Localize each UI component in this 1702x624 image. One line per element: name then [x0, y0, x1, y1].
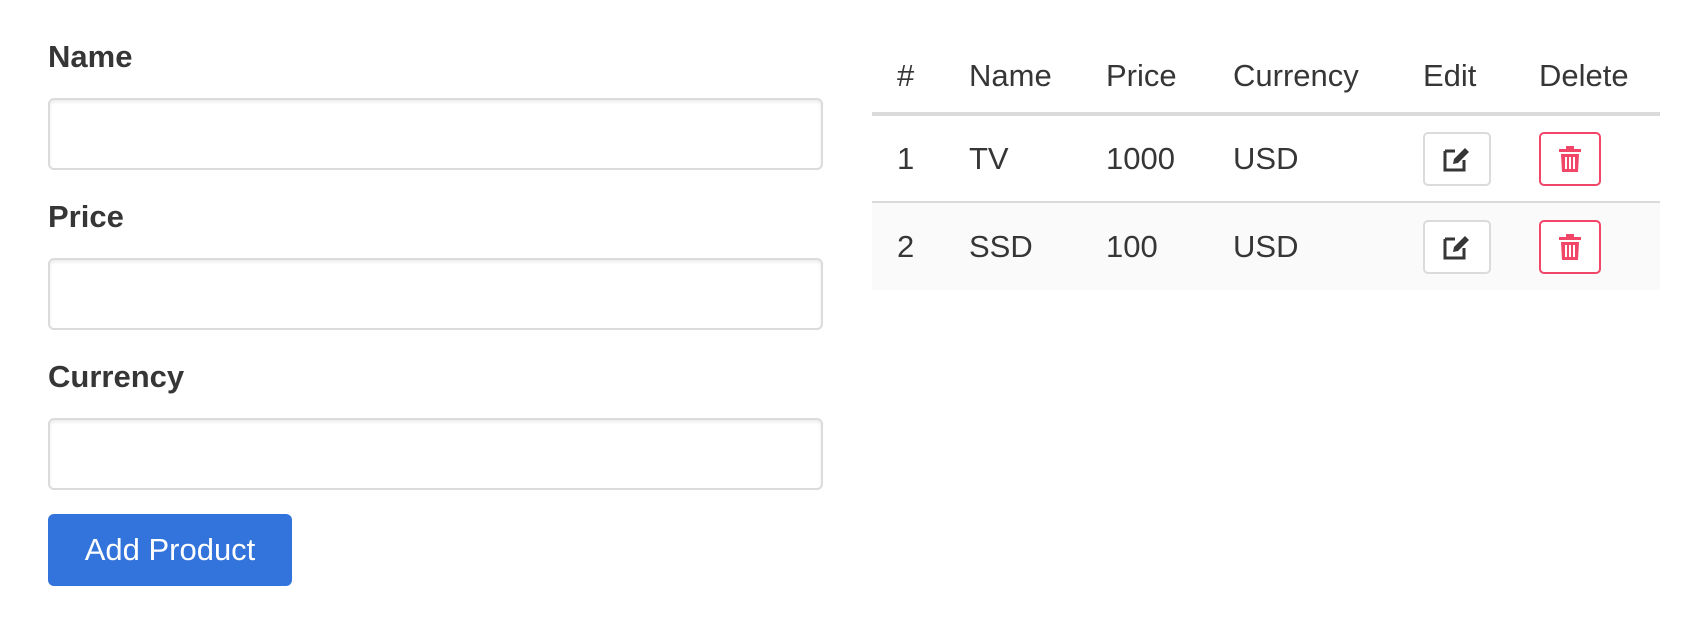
- cell-edit: [1398, 114, 1514, 203]
- cell-name: TV: [944, 114, 1081, 203]
- delete-button[interactable]: [1539, 219, 1601, 274]
- table-row: 1 TV 1000 USD: [872, 114, 1660, 203]
- header-delete: Delete: [1514, 40, 1660, 116]
- header-price: Price: [1081, 40, 1208, 116]
- cell-name: SSD: [969, 228, 1033, 264]
- page: Name Price Currency Add Product # Name P…: [0, 0, 1702, 624]
- currency-label: Currency: [48, 359, 185, 394]
- edit-button[interactable]: [1423, 219, 1491, 274]
- edit-button[interactable]: [1423, 131, 1491, 186]
- name-group: Name: [48, 38, 823, 170]
- currency-group: Currency: [48, 358, 823, 490]
- name-label: Name: [48, 39, 133, 74]
- cell-price: 100: [1106, 228, 1158, 264]
- name-input[interactable]: [48, 98, 823, 170]
- table-head: # Name Price Currency Edit Delete: [872, 40, 1660, 116]
- header-row: # Name Price Currency Edit Delete: [872, 40, 1660, 116]
- delete-button[interactable]: [1539, 131, 1601, 186]
- table-row: 2 SSD 100 USD: [872, 202, 1660, 290]
- header-edit: Edit: [1398, 40, 1514, 116]
- price-group: Price: [48, 198, 823, 330]
- products-table: # Name Price Currency Edit Delete 1 TV 1…: [872, 40, 1660, 290]
- trash-icon: [1559, 233, 1581, 260]
- edit-icon: [1443, 147, 1469, 171]
- header-currency: Currency: [1208, 40, 1398, 116]
- cell-delete: [1514, 114, 1660, 203]
- cell-currency: USD: [1233, 228, 1299, 264]
- edit-icon: [1443, 235, 1469, 259]
- header-name: Name: [944, 40, 1081, 116]
- price-input[interactable]: [48, 258, 823, 330]
- cell-currency: USD: [1208, 114, 1398, 203]
- cell-delete: [1514, 202, 1660, 290]
- cell-num: 2: [897, 228, 915, 264]
- trash-icon: [1559, 145, 1581, 172]
- currency-input[interactable]: [48, 418, 823, 490]
- price-label: Price: [48, 199, 124, 234]
- header-num: #: [872, 40, 944, 116]
- table-body: 1 TV 1000 USD 2 SSD 100 USD: [872, 114, 1660, 290]
- products-table-wrapper: # Name Price Currency Edit Delete 1 TV 1…: [872, 40, 1660, 290]
- product-form: Name Price Currency Add Product: [48, 38, 823, 586]
- cell-edit: [1398, 202, 1514, 290]
- add-product-button[interactable]: Add Product: [48, 514, 292, 586]
- cell-price: 1000: [1081, 114, 1208, 203]
- cell-num: 1: [872, 114, 944, 203]
